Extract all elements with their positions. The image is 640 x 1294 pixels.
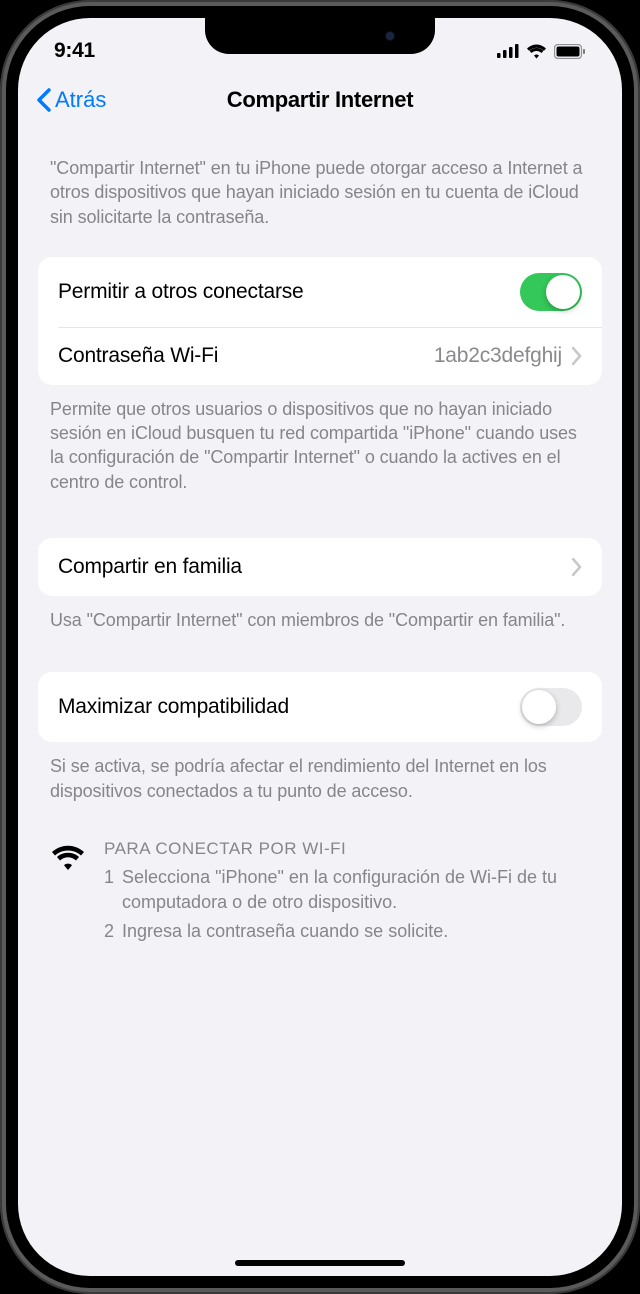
back-label: Atrás [55,87,106,113]
chevron-left-icon [36,88,51,112]
nav-bar: Atrás Compartir Internet [18,72,622,128]
allow-others-row[interactable]: Permitir a otros conectarse [38,257,602,327]
compatibility-toggle[interactable] [520,688,582,726]
wifi-password-label: Contraseña Wi-Fi [58,344,218,368]
intro-description: "Compartir Internet" en tu iPhone puede … [38,128,602,241]
family-sharing-label: Compartir en familia [58,555,242,579]
content-area: "Compartir Internet" en tu iPhone puede … [18,128,622,949]
wifi-instruction-step-2: 2 Ingresa la contraseña cuando se solici… [104,919,590,944]
notch [205,18,435,54]
wifi-instructions: PARA CONECTAR POR WI-FI 1 Selecciona "iP… [38,803,602,949]
chevron-right-icon [572,347,582,365]
allow-others-toggle[interactable] [520,273,582,311]
wifi-password-row[interactable]: Contraseña Wi-Fi 1ab2c3defghij [58,327,602,385]
compatibility-row[interactable]: Maximizar compatibilidad [38,672,602,742]
compatibility-footer: Si se activa, se podría afectar el rendi… [38,742,602,803]
status-time: 9:41 [54,39,95,63]
allow-others-group: Permitir a otros conectarse Contraseña W… [38,257,602,385]
family-sharing-row[interactable]: Compartir en familia [38,538,602,596]
phone-frame: 9:41 [0,0,640,1294]
home-indicator[interactable] [235,1260,405,1266]
allow-others-label: Permitir a otros conectarse [58,280,304,304]
family-sharing-group: Compartir en familia [38,538,602,596]
wifi-instruction-icon [50,839,86,949]
cellular-signal-icon [497,44,519,58]
allow-others-footer: Permite que otros usuarios o dispositivo… [38,385,602,494]
compatibility-group: Maximizar compatibilidad [38,672,602,742]
page-title: Compartir Internet [227,87,414,113]
wifi-instructions-title: PARA CONECTAR POR WI-FI [104,839,590,859]
battery-icon [554,44,586,59]
back-button[interactable]: Atrás [28,83,114,117]
wifi-icon [526,44,547,59]
wifi-instruction-step-1: 1 Selecciona "iPhone" en la configuració… [104,865,590,915]
status-icons [497,44,586,59]
screen: 9:41 [18,18,622,1276]
chevron-right-icon [572,558,582,576]
wifi-password-value: 1ab2c3defghij [434,344,562,368]
compatibility-label: Maximizar compatibilidad [58,695,289,719]
family-sharing-footer: Usa "Compartir Internet" con miembros de… [38,596,602,632]
